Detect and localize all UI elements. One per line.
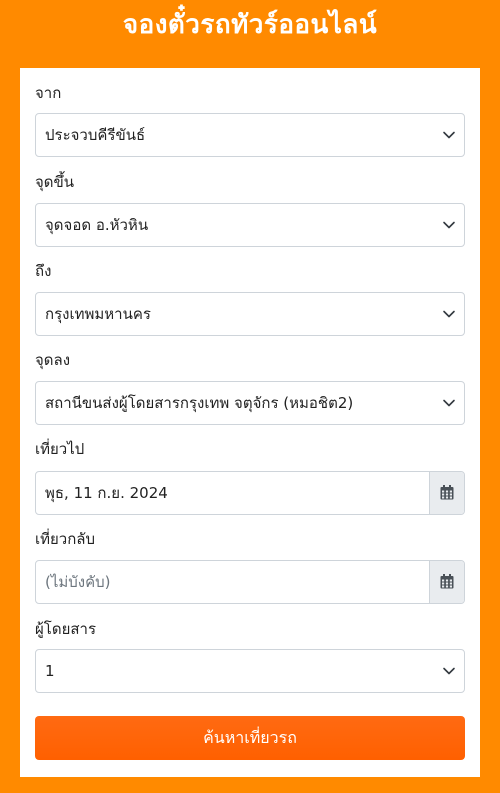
- chevron-down-icon: [443, 667, 455, 675]
- boarding-point-value: จุดจอด อ.หัวหิน: [45, 216, 149, 234]
- origin-label: จาก: [35, 84, 62, 102]
- return-date-label: เที่ยวกลับ: [35, 530, 96, 548]
- calendar-icon: [440, 574, 454, 589]
- depart-date-label: เที่ยวไป: [35, 440, 85, 458]
- origin-value: ประจวบคีรีขันธ์: [45, 126, 146, 144]
- boarding-point-label: จุดขึ้น: [35, 173, 75, 191]
- passengers-value: 1: [45, 662, 55, 680]
- dropoff-point-value: สถานีขนส่งผู้โดยสารกรุงเทพ จตุจักร (หมอช…: [45, 394, 354, 412]
- return-date-group: (ไม่บังคับ): [35, 560, 465, 604]
- passengers-label: ผู้โดยสาร: [35, 620, 97, 638]
- dropoff-point-label: จุดลง: [35, 351, 71, 369]
- depart-date-picker-button[interactable]: [429, 472, 464, 514]
- dropoff-point-select[interactable]: สถานีขนส่งผู้โดยสารกรุงเทพ จตุจักร (หมอช…: [35, 381, 465, 425]
- origin-select[interactable]: ประจวบคีรีขันธ์: [35, 113, 465, 157]
- booking-form: จาก ประจวบคีรีขันธ์ จุดขึ้น จุดจอด อ.หัว…: [20, 68, 480, 777]
- chevron-down-icon: [443, 131, 455, 139]
- destination-label: ถึง: [35, 262, 52, 280]
- depart-date-group: พุธ, 11 ก.ย. 2024: [35, 471, 465, 515]
- chevron-down-icon: [443, 221, 455, 229]
- boarding-point-select[interactable]: จุดจอด อ.หัวหิน: [35, 203, 465, 247]
- passengers-select[interactable]: 1: [35, 649, 465, 693]
- return-date-input[interactable]: (ไม่บังคับ): [36, 561, 430, 603]
- destination-value: กรุงเทพมหานคร: [45, 305, 151, 323]
- return-date-picker-button[interactable]: [429, 561, 464, 603]
- destination-select[interactable]: กรุงเทพมหานคร: [35, 292, 465, 336]
- chevron-down-icon: [443, 310, 455, 318]
- calendar-icon: [440, 485, 454, 500]
- chevron-down-icon: [443, 399, 455, 407]
- page-title: จองตั๋วรถทัวร์ออนไลน์: [122, 10, 378, 40]
- search-trips-button[interactable]: ค้นหาเที่ยวรถ: [35, 716, 465, 760]
- depart-date-input[interactable]: พุธ, 11 ก.ย. 2024: [36, 472, 430, 514]
